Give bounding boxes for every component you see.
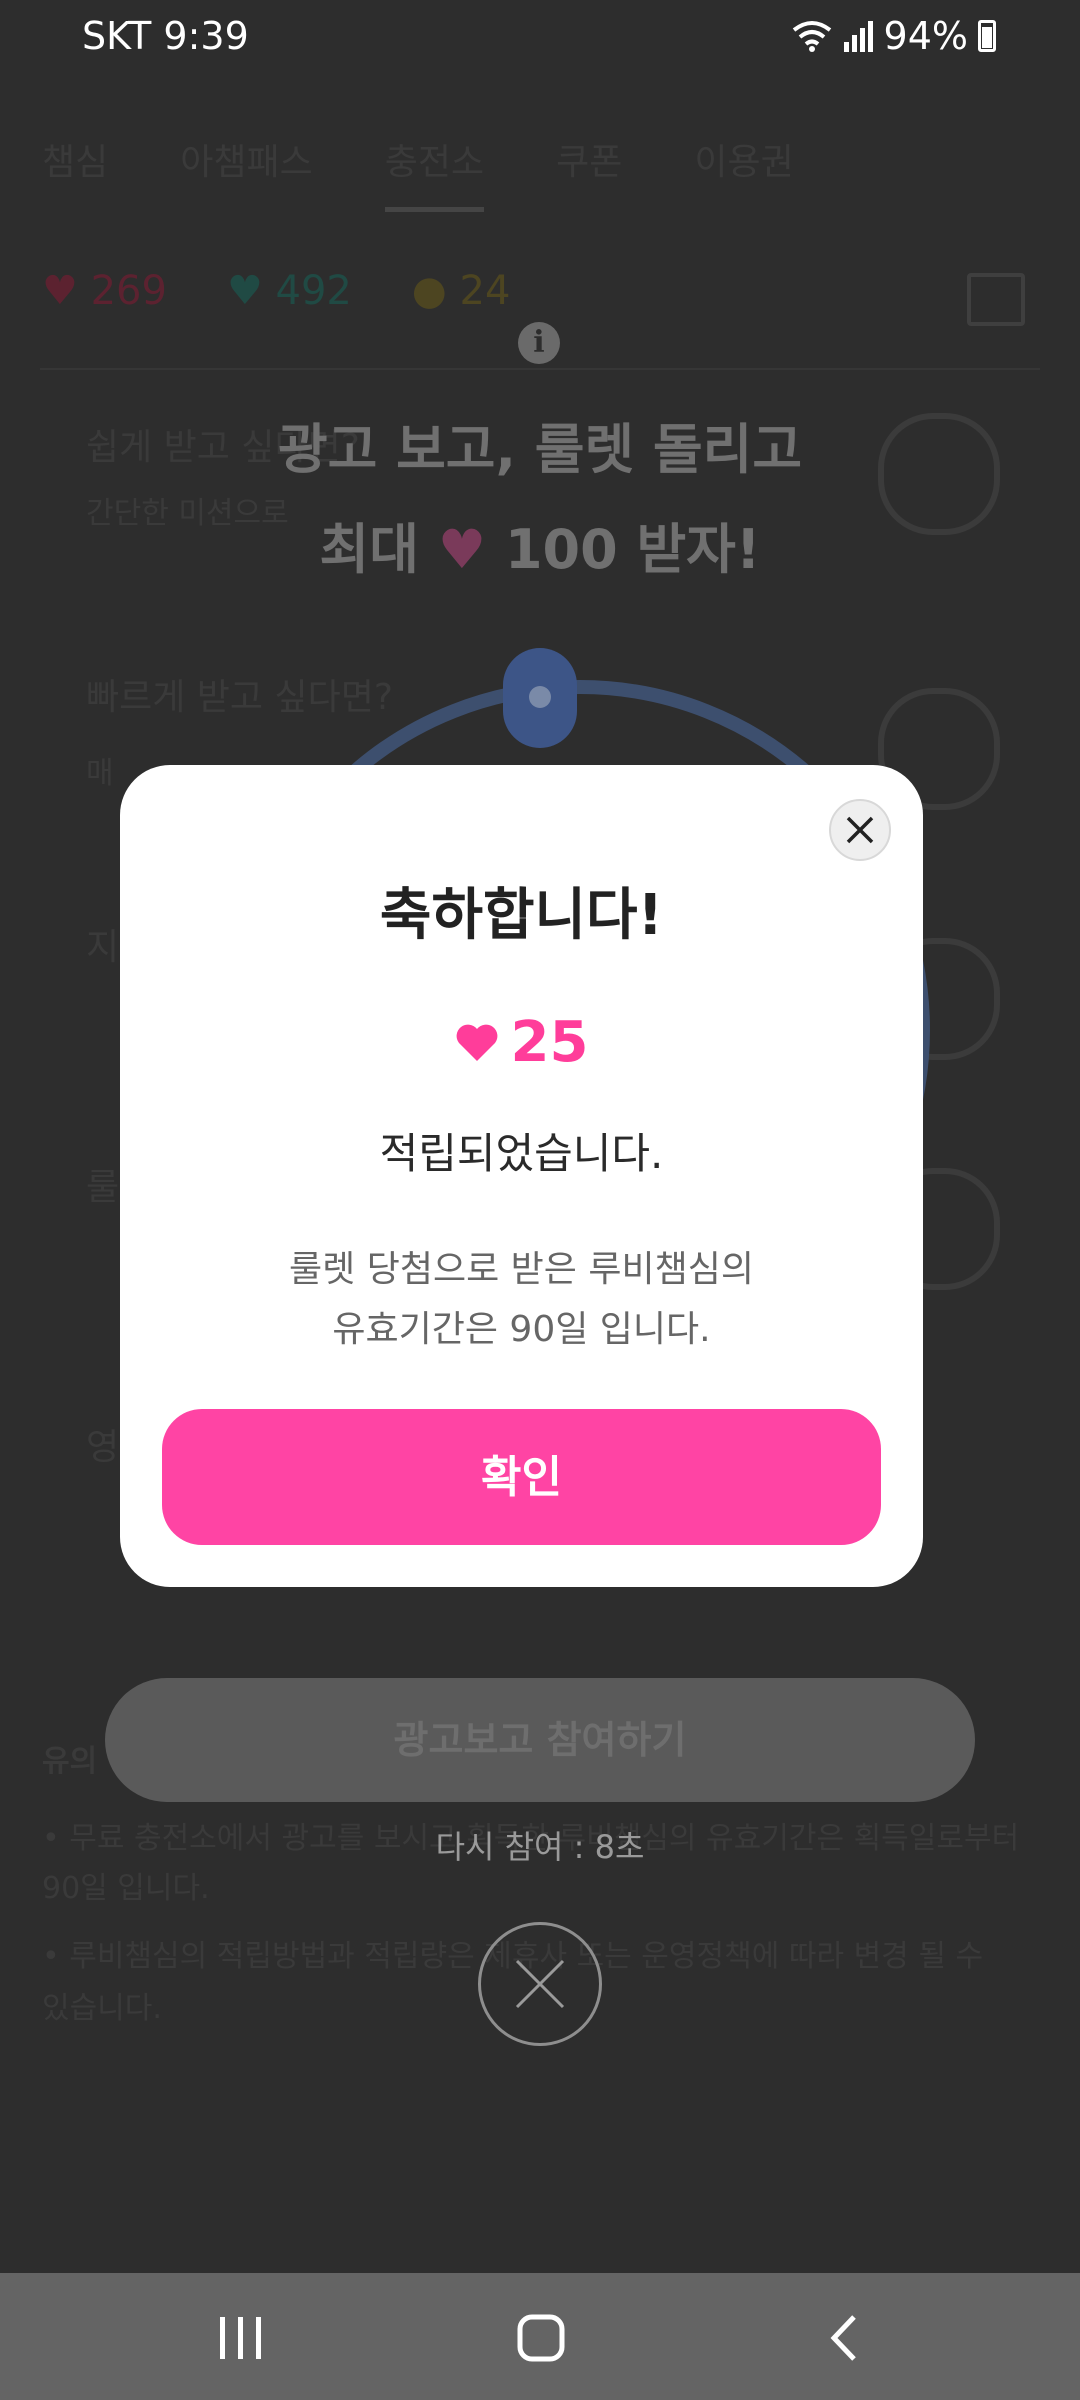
info-icon[interactable]: i [518,322,560,364]
watch-ad-button[interactable]: 광고보고 참여하기 [105,1678,975,1802]
heart-icon [456,1024,497,1061]
retry-timer: 다시 참여 : 8초 [435,1828,645,1866]
earned-message: 적립되었습니다. [379,1129,664,1178]
dialog-close-button[interactable] [829,799,891,861]
status-right: 94% [792,14,996,58]
signal-icon [843,21,873,52]
clock: 9:39 [163,14,249,58]
row-sub: 매 [86,756,114,791]
wifi-icon [792,21,831,52]
desc-line: 유효기간은 90일 입니다. [332,1309,711,1350]
desc-line: 룰렛 당첨으로 받은 루비챔심의 [289,1249,754,1290]
star-count: ● 24 [411,268,511,314]
row-title: 영 [86,1427,120,1468]
tab-coupon[interactable]: 쿠폰 [556,133,622,212]
row-title: 지 [86,927,120,968]
recents-icon[interactable] [210,2313,270,2363]
heart-count: ♥ 269 [42,268,167,314]
close-icon [846,816,874,844]
reward-value: 25 [510,1010,589,1075]
carrier: SKT [82,14,152,58]
row-title: 빠르게 받고 싶다면? [86,677,393,718]
tab-achampass[interactable]: 아챔패스 [180,133,312,212]
tab-charging-station[interactable]: 충전소 [384,133,485,212]
close-roulette-button[interactable] [478,1922,602,2046]
status-bar: SKT 9:39 94% [0,0,1080,78]
divider [40,368,1040,370]
heart-icon: ♥ [437,518,487,581]
tab-ticket[interactable]: 이용권 [694,133,793,212]
roulette-subtitle: 최대 ♥ 100 받자! [319,518,761,581]
reward-amount: 25 [120,1010,923,1075]
status-left: SKT 9:39 [82,14,249,58]
dialog-title: 축하합니다! [379,883,664,948]
balance-counts: ♥ 269 ♥ 492 ● 24 [42,268,510,314]
confirm-button[interactable]: 확인 [162,1409,881,1545]
row-title: 룰 [86,1167,120,1208]
gem-count: ♥ 492 [226,268,352,314]
roulette-pointer [503,648,577,748]
home-icon[interactable] [512,2313,572,2363]
roulette-title: 광고 보고, 룰렛 돌리고 [277,418,803,481]
notice-title: 유의 [42,1744,98,1779]
notice-line: 있습니다. [42,1991,162,2026]
back-icon[interactable] [814,2313,874,2363]
battery-percent: 94% [883,14,968,58]
validity-description: 룰렛 당첨으로 받은 루비챔심의 유효기간은 90일 입니다. [120,1240,923,1360]
storage-box-icon[interactable] [967,273,1025,326]
notice-line: 90일 입니다. [42,1871,210,1906]
close-icon [515,1959,565,2009]
tab-champsim[interactable]: 챔심 [42,133,108,212]
tab-bar: 챔심 아챔패스 충전소 쿠폰 이용권 [42,133,794,212]
battery-icon [978,20,996,52]
reward-dialog: 축하합니다! 25 적립되었습니다. 룰렛 당첨으로 받은 루비챔심의 유효기간… [120,765,923,1587]
system-nav-bar [0,2273,1080,2400]
